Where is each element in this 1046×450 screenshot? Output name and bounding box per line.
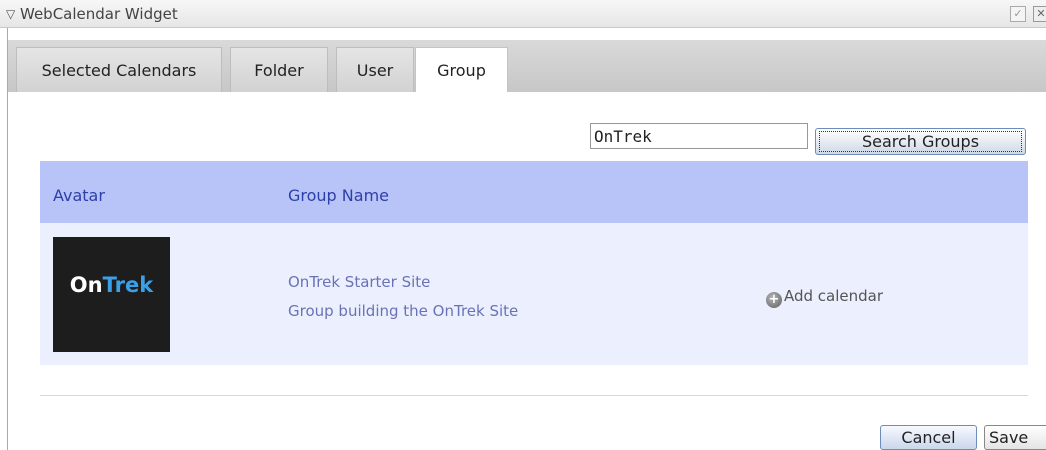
tab-user[interactable]: User <box>336 47 414 92</box>
checkbox-icon[interactable]: ✓ <box>1010 6 1026 22</box>
column-header-group-name: Group Name <box>288 186 389 205</box>
plus-circle-icon: + <box>766 292 782 308</box>
table-header: Avatar Group Name <box>40 161 1028 223</box>
tab-bar: Selected Calendars Folder User Group <box>8 40 1046 92</box>
table-row: OnTrek OnTrek Starter Site Group buildin… <box>40 223 1028 365</box>
search-input[interactable] <box>590 123 808 149</box>
close-icon[interactable]: ✕ <box>1033 6 1046 22</box>
avatar: OnTrek <box>53 237 170 352</box>
group-description: Group building the OnTrek Site <box>288 302 519 320</box>
window-title: WebCalendar Widget <box>20 5 178 23</box>
window-titlebar: ▽ WebCalendar Widget ✓ ✕ <box>0 0 1046 28</box>
add-calendar-link[interactable]: + Add calendar <box>766 287 883 308</box>
divider <box>40 395 1028 396</box>
search-groups-button[interactable]: Search Groups <box>815 128 1026 155</box>
search-groups-label: Search Groups <box>819 131 1022 152</box>
ontrek-logo: OnTrek <box>69 273 154 297</box>
column-header-avatar: Avatar <box>53 186 105 205</box>
save-button[interactable]: Save <box>984 425 1046 450</box>
tab-selected-calendars[interactable]: Selected Calendars <box>16 47 222 92</box>
triangle-down-icon[interactable]: ▽ <box>6 7 20 21</box>
tab-folder[interactable]: Folder <box>230 47 328 92</box>
tab-group[interactable]: Group <box>415 47 508 92</box>
cancel-button[interactable]: Cancel <box>880 425 977 450</box>
add-calendar-label: Add calendar <box>784 287 884 305</box>
group-name: OnTrek Starter Site <box>288 273 431 291</box>
